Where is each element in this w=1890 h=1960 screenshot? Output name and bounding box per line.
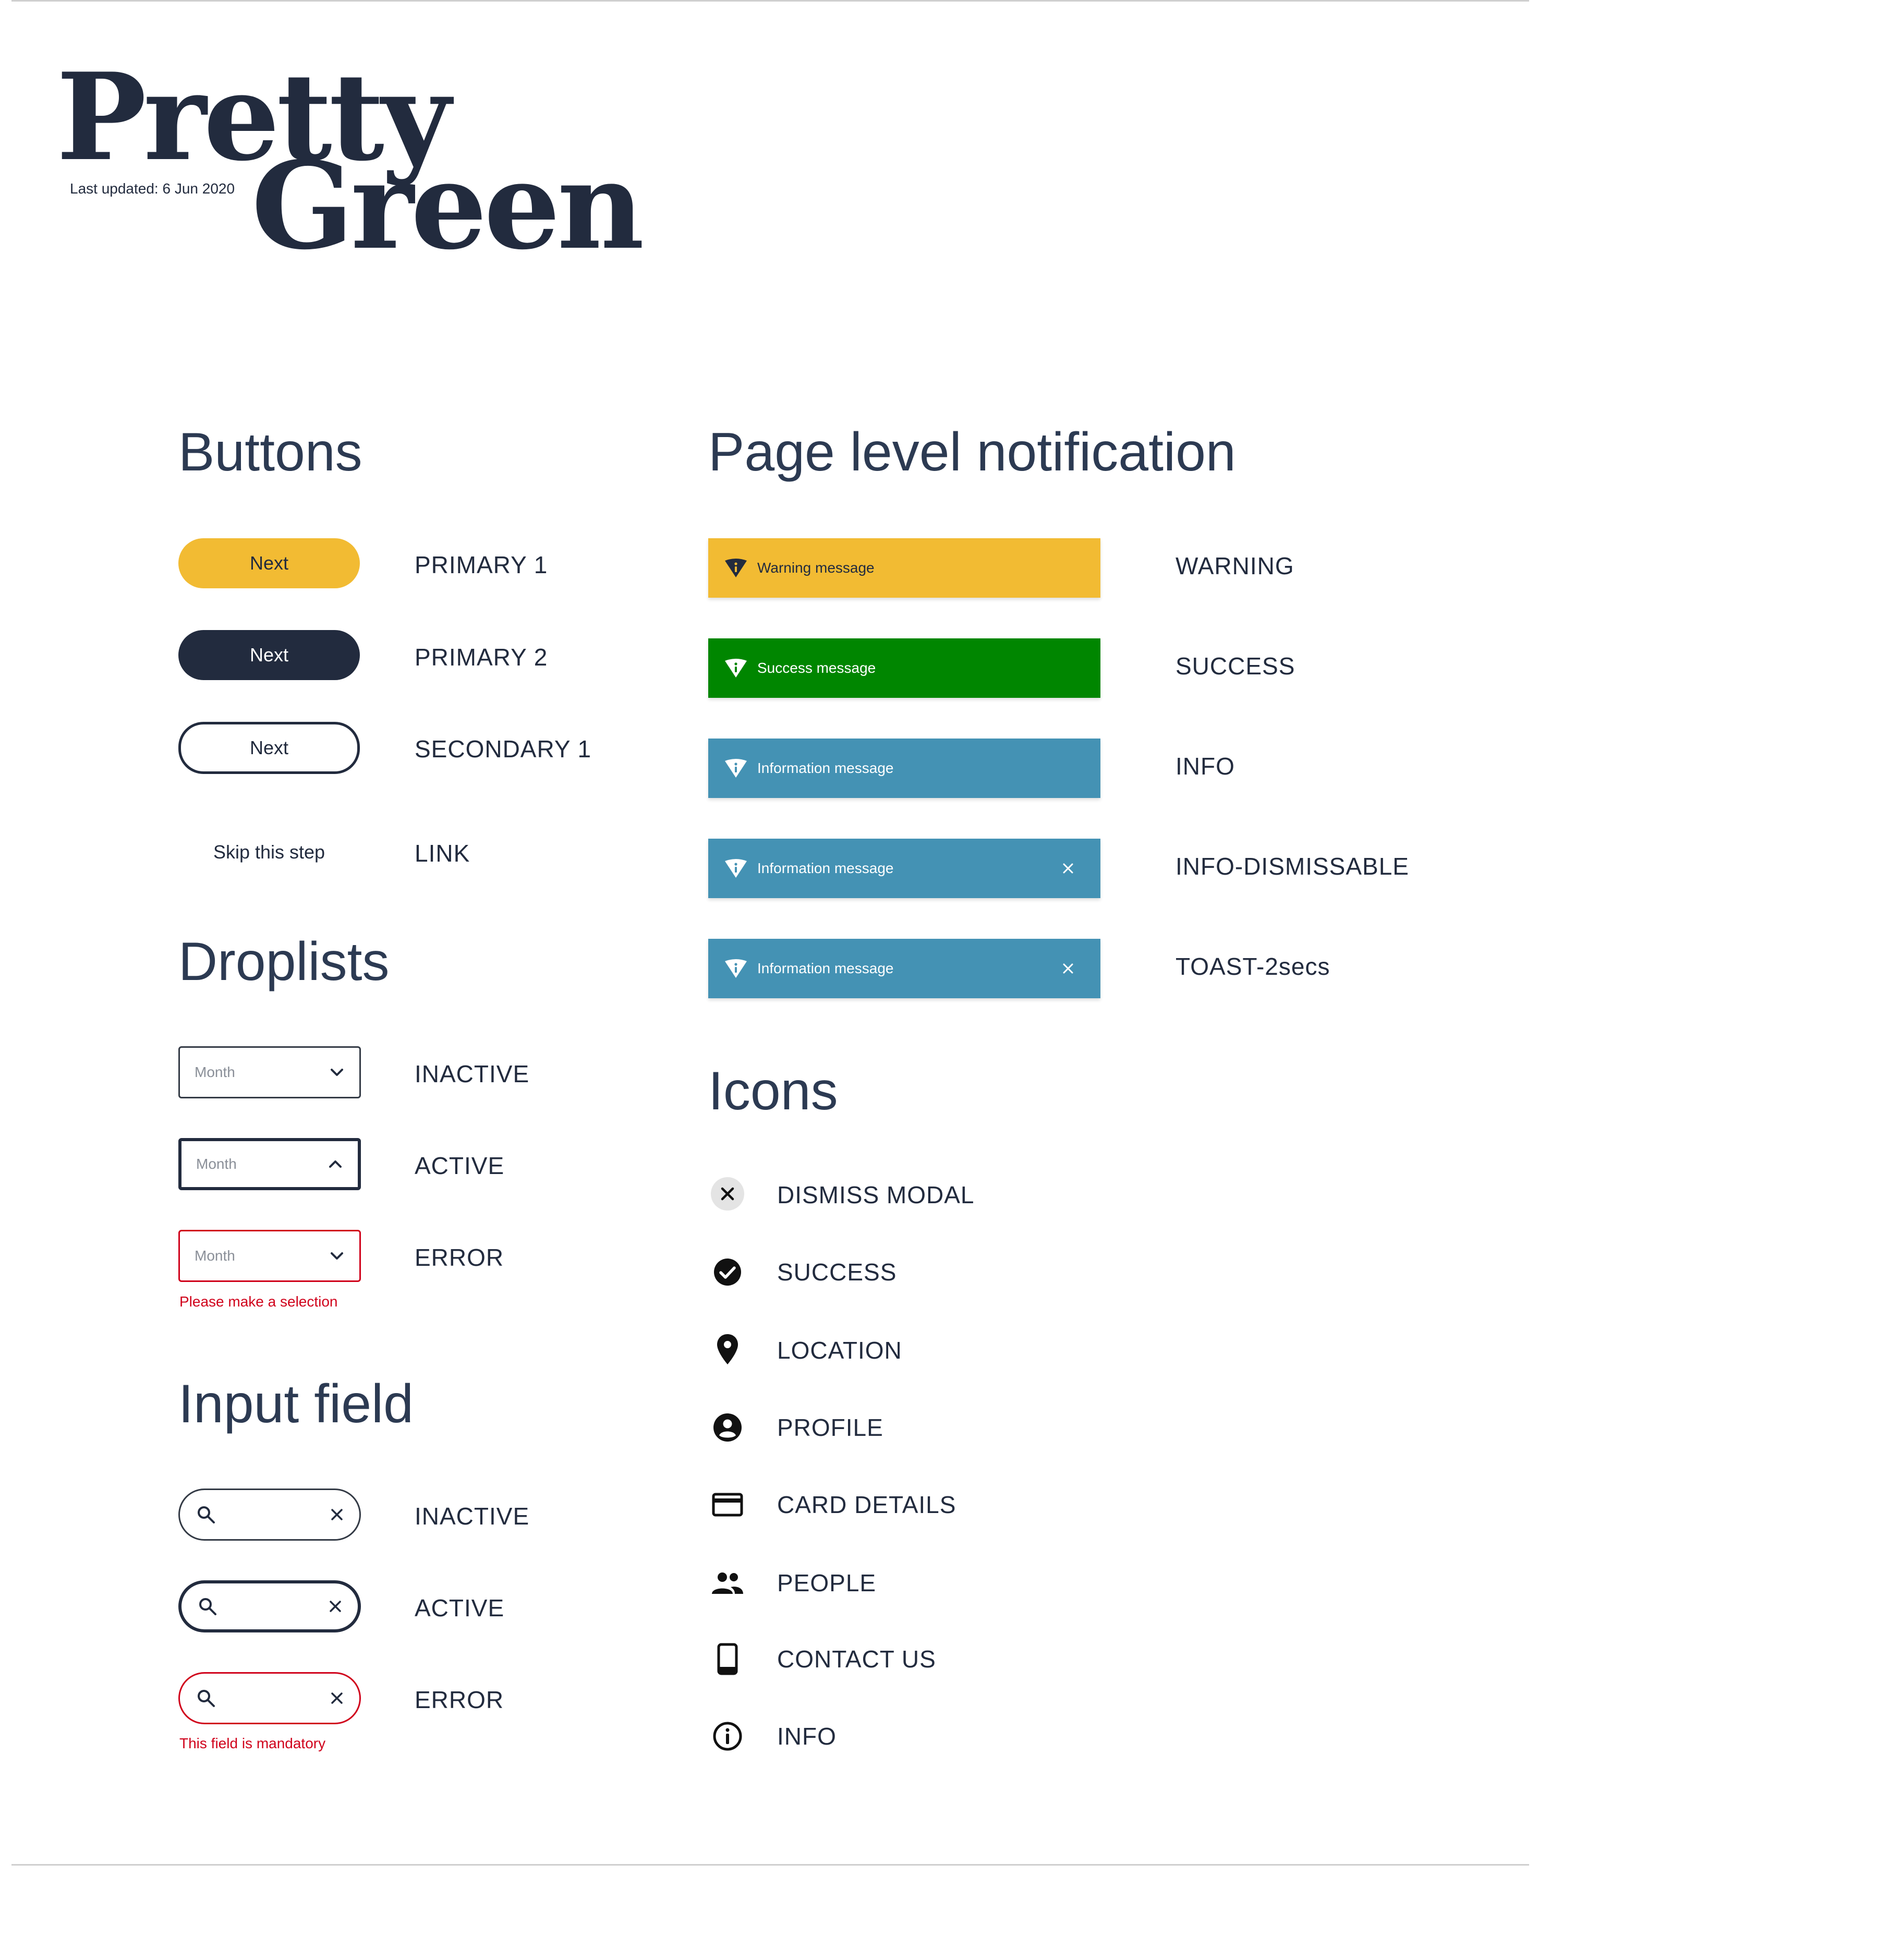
search-input-error[interactable] <box>178 1672 361 1724</box>
info-icon <box>704 1713 751 1760</box>
info-notification: Information message <box>708 739 1100 798</box>
droplist-inactive-label: INACTIVE <box>415 1060 530 1087</box>
chevron-down-icon <box>331 1252 343 1260</box>
clear-icon[interactable] <box>330 1508 344 1521</box>
droplist-placeholder: Month <box>195 1064 235 1080</box>
droplist-placeholder: Month <box>196 1156 237 1172</box>
input-field-title: Input field <box>178 1374 414 1434</box>
link-label: LINK <box>415 840 470 867</box>
profile-label: PROFILE <box>777 1414 883 1441</box>
droplist-error-message: Please make a selection <box>179 1293 338 1310</box>
info-icon-label: INFO <box>777 1723 837 1750</box>
input-active-label: ACTIVE <box>415 1594 505 1622</box>
search-icon <box>199 1598 216 1615</box>
close-icon[interactable] <box>1062 962 1074 975</box>
success-label: SUCCESS <box>1176 652 1295 680</box>
search-input-inactive[interactable] <box>178 1489 361 1541</box>
input-inactive-label: INACTIVE <box>415 1503 530 1530</box>
notification-title: Page level notification <box>708 422 1236 482</box>
alert-shield-icon <box>725 959 747 978</box>
primary-2-button[interactable]: Next <box>178 630 360 680</box>
contact-us-label: CONTACT US <box>777 1646 936 1673</box>
bottom-divider <box>11 1864 1529 1866</box>
chevron-up-icon <box>329 1160 342 1168</box>
card-details-icon <box>704 1481 751 1528</box>
location-icon <box>704 1326 751 1373</box>
icons-title: Icons <box>708 1061 838 1121</box>
location-label: LOCATION <box>777 1337 902 1364</box>
notification-message: Information message <box>757 960 894 976</box>
droplist-error[interactable]: Month <box>178 1230 361 1282</box>
success-notification: Success message <box>708 638 1100 698</box>
alert-shield-icon <box>725 859 747 878</box>
dismiss-modal-icon <box>704 1170 751 1217</box>
search-icon <box>198 1690 215 1707</box>
notification-message: Success message <box>757 660 876 676</box>
chevron-down-icon <box>331 1069 343 1076</box>
alert-shield-icon <box>725 559 747 577</box>
alert-shield-icon <box>725 759 747 778</box>
last-updated: Last updated: 6 Jun 2020 <box>70 180 235 197</box>
notification-message: Information message <box>757 760 894 776</box>
brand-logo-word-2: Green <box>251 136 644 276</box>
droplist-active-label: ACTIVE <box>415 1152 505 1179</box>
droplist-placeholder: Month <box>195 1248 235 1264</box>
search-input-active[interactable] <box>178 1580 361 1632</box>
clear-icon[interactable] <box>330 1691 344 1705</box>
input-error-message: This field is mandatory <box>179 1735 326 1751</box>
warning-notification: Warning message <box>708 538 1100 598</box>
info-dismissable-label: INFO-DISMISSABLE <box>1176 853 1409 880</box>
info-label: INFO <box>1176 753 1235 780</box>
top-divider <box>11 0 1529 2</box>
warning-label: WARNING <box>1176 552 1294 579</box>
droplist-error-label: ERROR <box>415 1244 504 1271</box>
profile-icon <box>704 1404 751 1451</box>
primary-1-label: PRIMARY 1 <box>415 551 548 578</box>
secondary-1-label: SECONDARY 1 <box>415 735 592 763</box>
dismiss-modal-label: DISMISS MODAL <box>777 1181 975 1208</box>
droplist-inactive[interactable]: Month <box>178 1046 361 1098</box>
info-dismissable-notification: Information message <box>708 839 1100 898</box>
notification-message: Warning message <box>757 560 875 576</box>
skip-step-link[interactable]: Skip this step <box>178 827 360 877</box>
success-icon <box>704 1249 751 1296</box>
toast-notification: Information message <box>708 939 1100 998</box>
droplist-active[interactable]: Month <box>178 1138 361 1190</box>
droplists-title: Droplists <box>178 931 390 992</box>
toast-label: TOAST-2secs <box>1176 953 1330 980</box>
search-icon <box>198 1506 215 1523</box>
people-label: PEOPLE <box>777 1569 877 1596</box>
close-icon[interactable] <box>1062 862 1074 875</box>
input-error-label: ERROR <box>415 1686 504 1713</box>
clear-icon[interactable] <box>329 1600 342 1613</box>
notification-message: Information message <box>757 860 894 876</box>
primary-2-label: PRIMARY 2 <box>415 644 548 671</box>
contact-us-icon <box>704 1636 751 1683</box>
buttons-title: Buttons <box>178 422 362 482</box>
success-icon-label: SUCCESS <box>777 1259 897 1286</box>
card-details-label: CARD DETAILS <box>777 1491 956 1518</box>
alert-shield-icon <box>725 659 747 677</box>
primary-1-button[interactable]: Next <box>178 538 360 588</box>
secondary-1-button[interactable]: Next <box>178 722 360 774</box>
people-icon <box>704 1559 751 1606</box>
